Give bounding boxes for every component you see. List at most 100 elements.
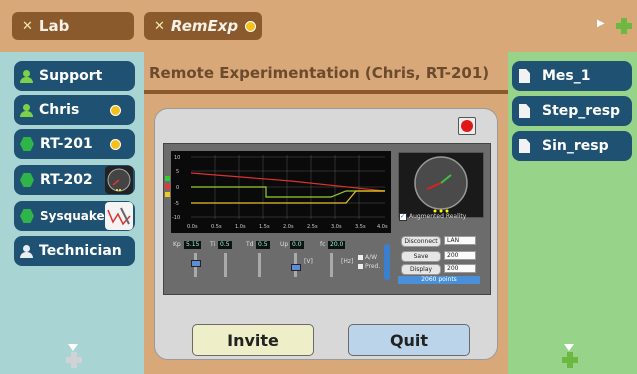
person-icon <box>20 69 33 83</box>
points-indicator: 2060 points <box>398 276 480 284</box>
slider-handle[interactable] <box>291 264 301 271</box>
sidebar-item-label: RT-201 <box>40 136 93 152</box>
sidebar-item-label: Support <box>39 68 103 84</box>
x-tick: 2.0s <box>283 224 294 230</box>
augmented-reality-checkbox[interactable]: ✓ <box>399 213 407 221</box>
legend-green <box>165 176 170 181</box>
pred-checkbox[interactable] <box>358 264 363 269</box>
step-response-plot: 10 5 0 -5 -10 0.0s 0.5s 1.0s 1.5s 2.0s 2… <box>171 151 391 233</box>
invite-button[interactable]: Invite <box>192 324 314 356</box>
quit-button[interactable]: Quit <box>348 324 470 356</box>
fc-slider[interactable] <box>330 253 333 277</box>
x-tick: 2.5s <box>307 224 318 230</box>
tab-label: Lab <box>38 17 70 35</box>
document-icon <box>519 104 530 118</box>
top-bar: ✕ Lab ✕ RemExp ▶ <box>0 0 637 52</box>
tab-label: RemExp <box>170 17 239 35</box>
param-label-td: Td <box>246 241 254 248</box>
param-label-up: Up <box>280 241 289 248</box>
hexagon-icon <box>20 209 34 223</box>
slider-handle[interactable] <box>191 260 201 267</box>
title-divider <box>144 90 508 94</box>
close-icon[interactable]: ✕ <box>154 19 165 34</box>
save-count-select[interactable]: 200 <box>444 251 476 260</box>
status-dot <box>110 138 121 150</box>
sidebar-item-label: Sysquake <box>40 209 105 223</box>
list-item-step-resp[interactable]: Step_resp <box>512 96 632 126</box>
camera-view <box>398 152 484 218</box>
page-title: Remote Experimentation (Chris, RT-201) <box>149 64 490 82</box>
y-tick: 0 <box>176 185 179 191</box>
up-unit-label: [V] <box>304 258 313 265</box>
sidebar-item-support[interactable]: Support <box>14 61 135 91</box>
graph-thumbnail <box>105 202 133 230</box>
sidebar-item-rt-201[interactable]: RT-201 <box>14 129 135 159</box>
status-dot <box>110 104 121 116</box>
x-tick: 3.0s <box>331 224 342 230</box>
param-value-kp: 5.15 <box>184 241 202 249</box>
param-value-up: 0.0 <box>290 241 304 249</box>
td-slider[interactable] <box>258 253 261 277</box>
add-file-icon[interactable] <box>562 352 578 368</box>
list-item-label: Sin_resp <box>542 138 609 154</box>
x-tick: 4.0s <box>377 224 388 230</box>
person-icon <box>20 103 33 117</box>
param-label-kp: Kp <box>173 241 181 248</box>
person-icon <box>20 244 33 258</box>
ti-slider[interactable] <box>224 253 227 277</box>
tab-remexp[interactable]: ✕ RemExp <box>144 12 262 40</box>
save-button[interactable]: Save <box>401 251 441 262</box>
legend-red <box>165 184 170 189</box>
connection-select[interactable]: LAN <box>444 236 476 245</box>
param-label-ti: Ti <box>210 241 216 248</box>
sidebar-item-label: Chris <box>39 102 80 118</box>
pred-label: Pred. <box>365 263 381 270</box>
y-tick: 5 <box>176 169 179 175</box>
param-value-fc: 20.0 <box>328 241 346 249</box>
sidebar-item-rt-202[interactable]: RT-202 <box>14 165 135 195</box>
sidebar-item-sysquake[interactable]: Sysquake <box>14 201 135 231</box>
display-button[interactable]: Display <box>401 264 441 275</box>
x-tick: 3.5s <box>355 224 366 230</box>
x-tick: 0.0s <box>187 224 198 230</box>
y-tick: -10 <box>172 215 180 221</box>
drop-arrow-icon <box>564 344 574 351</box>
x-tick: 1.5s <box>259 224 270 230</box>
disconnect-button[interactable]: Disconnect <box>401 236 441 247</box>
legend-yellow <box>165 192 170 197</box>
param-value-td: 0.5 <box>256 241 270 249</box>
list-item-mes-1[interactable]: Mes_1 <box>512 61 632 91</box>
add-tab-icon[interactable] <box>616 18 632 34</box>
y-tick: 10 <box>174 155 180 161</box>
status-dot <box>245 20 257 32</box>
aw-label: A/W <box>365 254 378 261</box>
x-tick: 1.0s <box>235 224 246 230</box>
display-count-select[interactable]: 200 <box>444 264 476 273</box>
hexagon-icon <box>20 137 34 151</box>
y-tick: -5 <box>174 201 179 207</box>
list-item-label: Step_resp <box>542 103 621 119</box>
camera-thumbnail <box>105 166 133 194</box>
list-item-label: Mes_1 <box>542 68 591 84</box>
x-tick: 0.5s <box>211 224 222 230</box>
document-icon <box>519 69 530 83</box>
add-user-icon[interactable] <box>66 352 82 368</box>
sidebar-item-technician[interactable]: Technician <box>14 236 135 266</box>
aw-checkbox[interactable] <box>358 255 363 260</box>
close-icon[interactable]: ✕ <box>22 19 33 34</box>
panel-scrollbar[interactable] <box>384 244 390 280</box>
tab-lab[interactable]: ✕ Lab <box>12 12 134 40</box>
record-button[interactable] <box>458 117 476 135</box>
list-item-sin-resp[interactable]: Sin_resp <box>512 131 632 161</box>
fc-unit-label: [Hz] <box>341 258 354 265</box>
sidebar-item-chris[interactable]: Chris <box>14 95 135 125</box>
document-icon <box>519 139 530 153</box>
hexagon-icon <box>20 173 34 187</box>
param-value-ti: 0.5 <box>218 241 232 249</box>
augmented-reality-label: Augmented Reality <box>409 213 467 220</box>
param-label-fc: fc <box>320 241 326 248</box>
sidebar-item-label: Technician <box>39 243 122 259</box>
scroll-right-icon[interactable]: ▶ <box>597 18 605 29</box>
sidebar-item-label: RT-202 <box>40 172 93 188</box>
drop-arrow-icon <box>68 344 78 351</box>
